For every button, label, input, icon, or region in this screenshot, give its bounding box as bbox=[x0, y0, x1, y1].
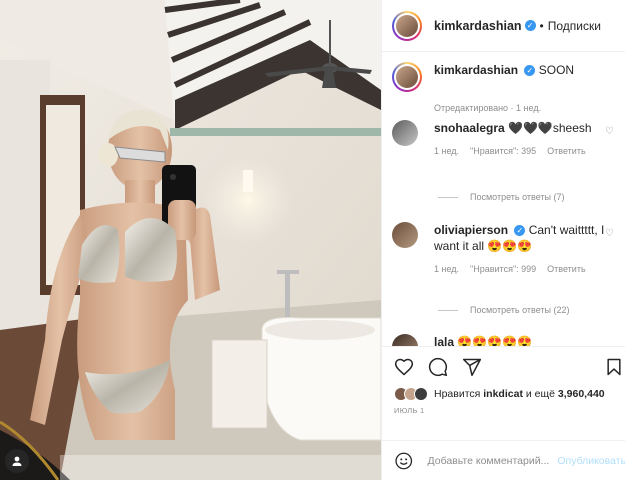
caption-meta: Отредактировано · 1 нед. bbox=[434, 103, 542, 113]
view-replies-button[interactable]: Посмотреть ответы (22) bbox=[438, 305, 570, 315]
like-comment-heart-icon[interactable]: ♡ bbox=[605, 228, 614, 239]
comments-list[interactable]: kimkardashian ✓ SOON Отредактировано · 1… bbox=[382, 52, 625, 346]
comment-time[interactable]: 1 нед. bbox=[434, 146, 459, 156]
tagged-users-button[interactable] bbox=[5, 449, 29, 473]
reply-button[interactable]: Ответить bbox=[547, 146, 585, 156]
bookmark-icon[interactable] bbox=[604, 357, 624, 377]
comment-item: lala 😍😍😍😍😍 bbox=[392, 334, 622, 346]
comment-text: snohaalegra 🖤🖤🖤sheesh bbox=[434, 120, 622, 136]
comment-body: 😍😍😍😍😍 bbox=[457, 335, 533, 346]
following-button[interactable]: Подписки bbox=[548, 19, 601, 33]
post-header: kimkardashian ✓ • Подписки bbox=[382, 0, 625, 52]
comment-item: snohaalegra 🖤🖤🖤sheesh 1 нед. "Нравится":… bbox=[392, 120, 622, 156]
comment-likes[interactable]: "Нравится": 999 bbox=[470, 264, 536, 274]
caption-username[interactable]: kimkardashian bbox=[434, 63, 518, 77]
comment-text: lala 😍😍😍😍😍 bbox=[434, 334, 622, 346]
user-tag-icon bbox=[12, 456, 22, 466]
verified-badge-icon: ✓ bbox=[524, 20, 536, 31]
comment-body: 🖤🖤🖤sheesh bbox=[508, 121, 592, 135]
verified-badge-icon: ✓ bbox=[514, 225, 526, 237]
comment-meta: 1 нед. "Нравится": 395 Ответить bbox=[434, 146, 622, 156]
comment-username[interactable]: oliviapierson bbox=[434, 223, 508, 237]
comment-username[interactable]: snohaalegra bbox=[434, 121, 505, 135]
commenter-avatar[interactable] bbox=[392, 334, 418, 346]
comment-input[interactable]: Добавьте комментарий... bbox=[428, 455, 550, 467]
post-actions: Нравится inkdicat и ещё 3,960,440 ИЮЛЬ 1 bbox=[382, 346, 625, 415]
share-send-icon[interactable] bbox=[462, 357, 482, 377]
verified-badge-icon: ✓ bbox=[524, 65, 536, 77]
separator-dot: • bbox=[539, 18, 544, 33]
caption-text: kimkardashian ✓ SOON bbox=[434, 62, 574, 92]
comment-icon[interactable] bbox=[428, 357, 448, 377]
add-comment-bar: Добавьте комментарий... Опубликовать bbox=[382, 440, 625, 480]
likes-summary: Нравится inkdicat и ещё 3,960,440 bbox=[382, 387, 625, 401]
caption-body: SOON bbox=[538, 63, 575, 77]
comment-item: oliviapierson ✓ Can't waittttt, I want i… bbox=[392, 222, 622, 274]
view-replies-button[interactable]: Посмотреть ответы (7) bbox=[438, 192, 565, 202]
caption-author-avatar[interactable] bbox=[392, 62, 422, 92]
likes-text[interactable]: Нравится inkdicat и ещё 3,960,440 bbox=[434, 388, 605, 400]
comment-likes[interactable]: "Нравится": 395 bbox=[470, 146, 536, 156]
publish-button[interactable]: Опубликовать bbox=[557, 455, 625, 467]
action-bar bbox=[382, 347, 625, 387]
author-username[interactable]: kimkardashian bbox=[434, 19, 522, 33]
comment-username[interactable]: lala bbox=[434, 335, 454, 346]
bathroom-mirror-selfie-photo bbox=[0, 0, 381, 480]
post-date[interactable]: ИЮЛЬ 1 bbox=[382, 406, 625, 415]
emoji-smiley-icon[interactable] bbox=[394, 451, 414, 471]
like-heart-icon[interactable] bbox=[394, 357, 414, 377]
post-sidebar: kimkardashian ✓ • Подписки kimkardashian… bbox=[381, 0, 625, 480]
caption: kimkardashian ✓ SOON bbox=[382, 52, 625, 92]
commenter-avatar[interactable] bbox=[392, 120, 418, 146]
post-image[interactable] bbox=[0, 0, 381, 480]
comment-time[interactable]: 1 нед. bbox=[434, 264, 459, 274]
comment-meta: 1 нед. "Нравится": 999 Ответить bbox=[434, 264, 622, 274]
liker-avatar[interactable] bbox=[414, 387, 428, 401]
commenter-avatar[interactable] bbox=[392, 222, 418, 248]
comment-text: oliviapierson ✓ Can't waittttt, I want i… bbox=[434, 222, 622, 254]
reply-button[interactable]: Ответить bbox=[547, 264, 585, 274]
like-comment-heart-icon[interactable]: ♡ bbox=[605, 126, 614, 137]
author-avatar[interactable] bbox=[392, 10, 422, 41]
